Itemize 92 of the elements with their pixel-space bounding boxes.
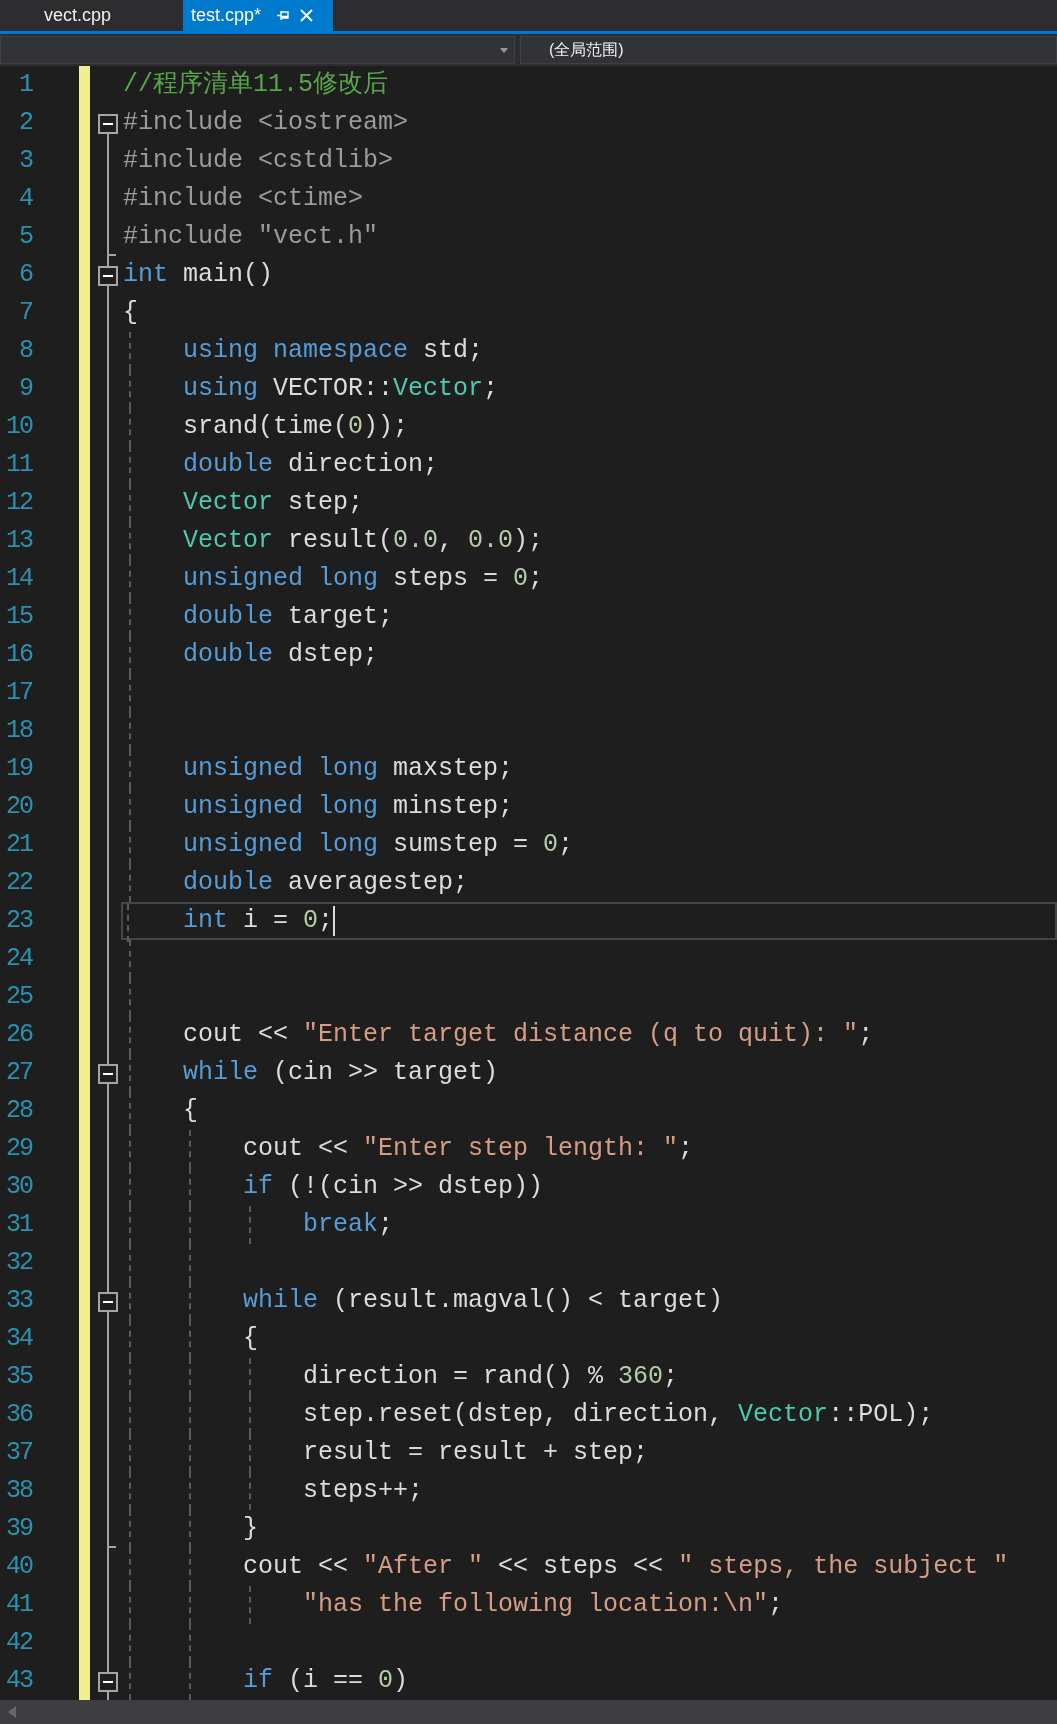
code-line: step.reset(dstep, direction, Vector::POL);: [302, 1399, 934, 1431]
code-line: double target;: [182, 601, 394, 633]
code-line: steps++;: [302, 1475, 424, 1507]
line-number: 13: [5, 525, 32, 557]
line-number: 12: [5, 487, 32, 519]
code-line: if (!(cin >> dstep)): [242, 1171, 544, 1203]
line-number: 35: [5, 1361, 32, 1393]
line-number: 24: [5, 943, 32, 975]
code-line: double averagestep;: [182, 867, 469, 899]
line-number: 41: [5, 1589, 32, 1621]
code-line: using namespace std;: [182, 335, 484, 367]
line-number: 17: [5, 677, 32, 709]
line-number: 5: [18, 221, 32, 253]
dropdown-caret-icon: [500, 47, 508, 53]
code-line: int i = 0;: [182, 905, 334, 937]
line-number: 20: [5, 791, 32, 823]
code-line: unsigned long maxstep;: [182, 753, 514, 785]
code-line: break;: [302, 1209, 394, 1241]
collapse-icon[interactable]: [98, 114, 118, 134]
code-line: unsigned long steps = 0;: [182, 563, 544, 595]
code-line: int main(): [123, 259, 274, 291]
code-line: result = result + step;: [302, 1437, 649, 1469]
line-number: 38: [5, 1475, 32, 1507]
line-number: 14: [5, 563, 32, 595]
code-line: {: [242, 1323, 259, 1355]
line-number: 22: [5, 867, 32, 899]
line-number: 27: [5, 1057, 32, 1089]
line-number: 4: [18, 183, 32, 215]
line-number: 31: [5, 1209, 32, 1241]
code-line: cout << "After " << steps << " steps, the subject ": [242, 1551, 1009, 1583]
code-line: Vector step;: [182, 487, 364, 519]
code-line: cout << "Enter target distance (q to quit): ";: [182, 1019, 874, 1051]
text-cursor: [333, 906, 336, 936]
code-line: if (i == 0): [242, 1665, 409, 1697]
code-line: double direction;: [182, 449, 439, 481]
line-number: 37: [5, 1437, 32, 1469]
code-line: while (cin >> target): [182, 1057, 499, 1089]
line-number: 23: [5, 905, 32, 937]
line-number: 28: [5, 1095, 32, 1127]
line-number: 15: [5, 601, 32, 633]
code-line: #include <iostream>: [123, 107, 409, 139]
collapse-icon[interactable]: [98, 1292, 118, 1312]
code-line: Vector result(0.0, 0.0);: [182, 525, 544, 557]
line-number: 7: [18, 297, 32, 329]
line-number: 40: [5, 1551, 32, 1583]
line-number: 36: [5, 1399, 32, 1431]
line-number: 25: [5, 981, 32, 1013]
pin-icon[interactable]: [277, 10, 291, 21]
code-line: #include "vect.h": [123, 221, 379, 253]
close-icon[interactable]: [300, 9, 314, 22]
code-line: "has the following location:\n";: [302, 1589, 784, 1621]
code-line: {: [182, 1095, 198, 1127]
collapse-icon[interactable]: [98, 1064, 118, 1084]
line-number: 10: [5, 411, 32, 443]
line-number: 8: [18, 335, 32, 367]
code-line: cout << "Enter step length: ";: [242, 1133, 694, 1165]
line-number: 33: [5, 1285, 32, 1317]
code-line: srand(time(0));: [182, 411, 409, 443]
code-line: while (result.magval() < target): [242, 1285, 724, 1317]
scope-dropdown[interactable]: (全局范围): [520, 36, 1057, 64]
line-number: 2: [18, 107, 32, 139]
line-number: 6: [18, 259, 32, 291]
code-line: #include <cstdlib>: [123, 145, 394, 177]
line-number: 43: [5, 1665, 32, 1697]
line-number: 19: [5, 753, 32, 785]
code-line: #include <ctime>: [123, 183, 364, 215]
code-line: direction = rand() % 360;: [302, 1361, 679, 1393]
line-number: 18: [5, 715, 32, 747]
line-number: 29: [5, 1133, 32, 1165]
line-number: 21: [5, 829, 32, 861]
line-number: 3: [18, 145, 32, 177]
code-line: unsigned long minstep;: [182, 791, 514, 823]
horizontal-scrollbar[interactable]: [0, 1700, 1057, 1724]
line-number: 39: [5, 1513, 32, 1545]
code-line: double dstep;: [182, 639, 379, 671]
code-line: using VECTOR::Vector;: [182, 373, 499, 405]
code-line: //程序清单11.5修改后: [123, 69, 388, 101]
line-number: 1: [18, 69, 32, 101]
line-number: 11: [5, 449, 32, 481]
code-line: }: [242, 1513, 259, 1545]
code-line: {: [123, 297, 138, 329]
collapse-icon[interactable]: [98, 266, 118, 286]
line-number: 26: [5, 1019, 32, 1051]
line-number: 16: [5, 639, 32, 671]
line-number: 32: [5, 1247, 32, 1279]
line-number: 34: [5, 1323, 32, 1355]
line-number: 9: [18, 373, 32, 405]
collapse-icon[interactable]: [98, 1672, 118, 1692]
editor-tab[interactable]: test.cpp*: [183, 0, 333, 31]
code-line: unsigned long sumstep = 0;: [182, 829, 574, 861]
line-number: 30: [5, 1171, 32, 1203]
line-number: 42: [5, 1627, 32, 1659]
